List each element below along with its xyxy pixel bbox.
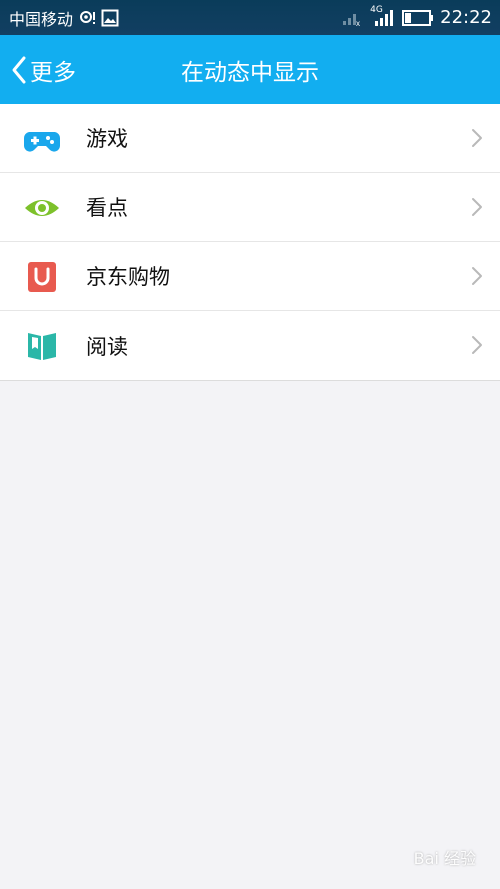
cell-signal: 4G [370, 4, 396, 28]
network-type-label: 4G [370, 4, 383, 15]
svg-text:x: x [356, 19, 360, 27]
status-right: x 4G 22:22 [342, 0, 492, 35]
chevron-right-icon [472, 336, 482, 354]
list-item-jd-shopping[interactable]: 京东购物 [0, 242, 500, 311]
list-item-game[interactable]: 游戏 [0, 104, 500, 173]
status-left: 中国移动 [9, 0, 119, 35]
list-item-label: 看点 [86, 196, 128, 220]
carrier-label: 中国移动 [9, 9, 74, 29]
image-icon [101, 9, 119, 26]
game-controller-icon [23, 120, 61, 158]
chevron-right-icon [472, 267, 482, 285]
back-label: 更多 [30, 59, 76, 86]
eye-icon [23, 189, 61, 227]
clock: 22:22 [440, 7, 492, 28]
list-item-kandian[interactable]: 看点 [0, 173, 500, 242]
chevron-right-icon [472, 198, 482, 216]
watermark: Bai 经验 [413, 849, 476, 868]
status-bar: 中国移动 x 4G 22:22 [0, 0, 500, 35]
chevron-left-icon [12, 56, 26, 83]
shopping-bag-icon [23, 258, 61, 296]
settings-list: 游戏 看点 京东购物 阅读 [0, 104, 500, 381]
battery-icon [402, 9, 434, 26]
wifi-signal-icon: x [343, 13, 360, 27]
back-button[interactable]: 更多 [10, 35, 76, 104]
book-icon [23, 327, 61, 365]
list-item-label: 阅读 [86, 334, 128, 359]
nav-bar: 更多 在动态中显示 [0, 35, 500, 104]
notification-icon [80, 10, 96, 24]
chevron-right-icon [472, 129, 482, 147]
list-item-label: 游戏 [86, 127, 128, 151]
list-item-reading[interactable]: 阅读 [0, 311, 500, 380]
list-item-label: 京东购物 [86, 265, 170, 289]
